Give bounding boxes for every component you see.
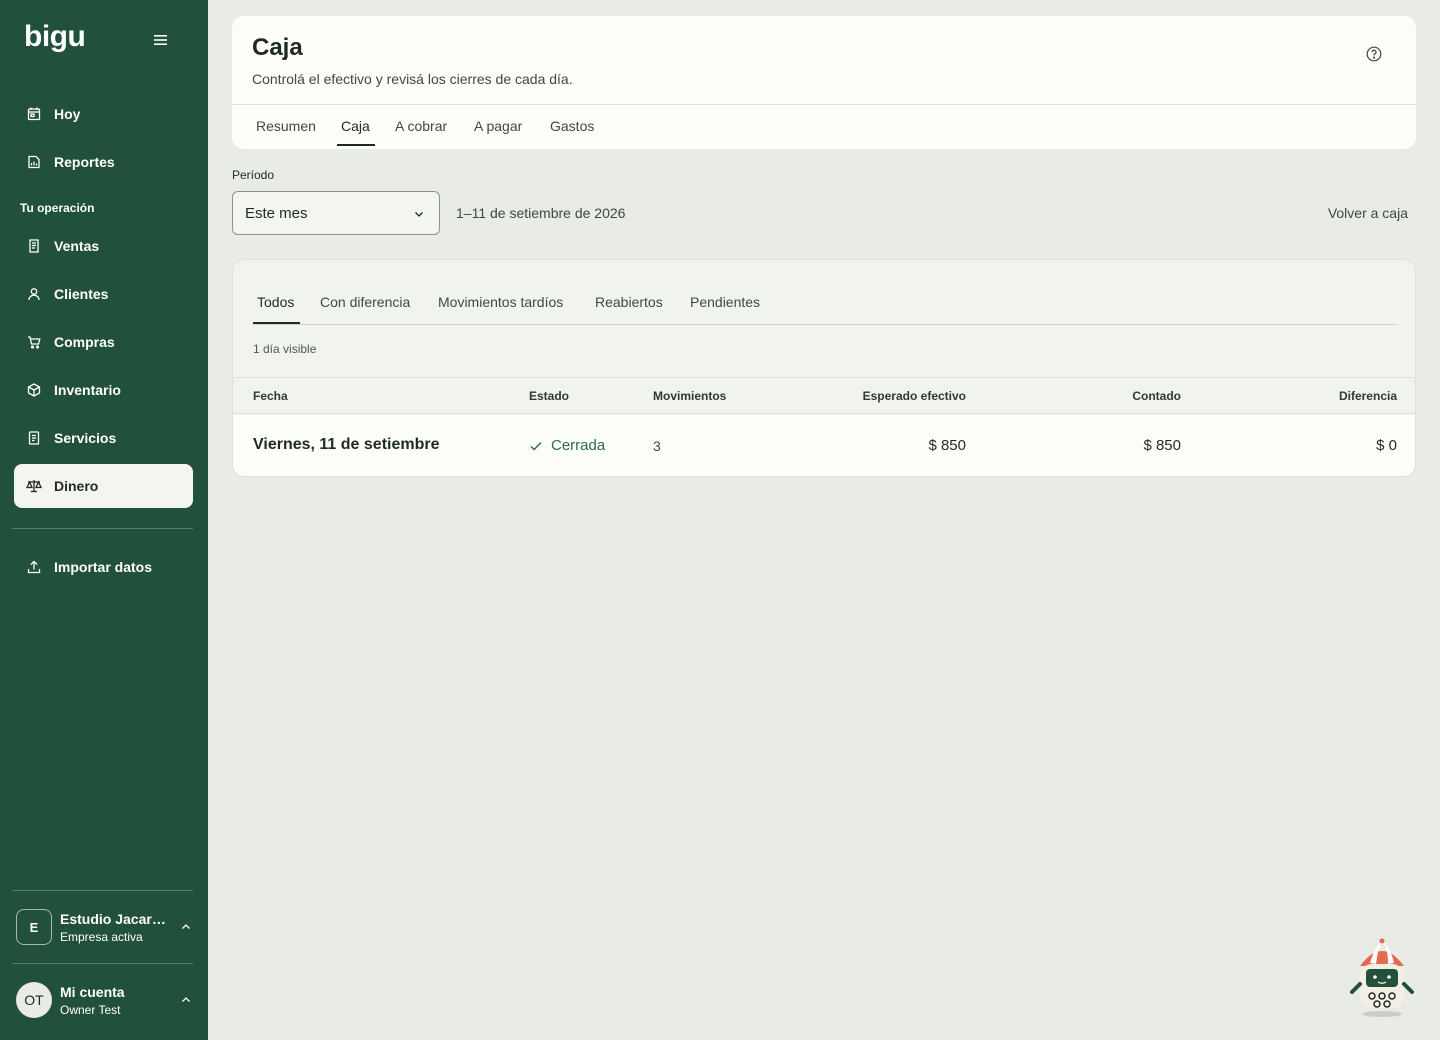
- filter-tabs-divider: [253, 324, 1396, 325]
- filter-tab-con-diferencia[interactable]: Con diferencia: [320, 294, 410, 310]
- scale-icon: [26, 478, 42, 494]
- sidebar-divider: [12, 890, 193, 891]
- account-title: Mi cuenta: [60, 983, 125, 1000]
- cash-closures-card: Todos Con diferencia Movimientos tardíos…: [232, 259, 1416, 477]
- sidebar-item-clientes[interactable]: Clientes: [14, 272, 193, 316]
- column-header-estado[interactable]: Estado: [529, 389, 569, 403]
- filter-tab-movimientos-tardios[interactable]: Movimientos tardíos: [438, 294, 563, 310]
- page-subtitle: Controlá el efectivo y revisá los cierre…: [252, 71, 573, 87]
- sidebar-item-ventas[interactable]: Ventas: [14, 224, 193, 268]
- tab-caja[interactable]: Caja: [337, 118, 374, 134]
- filter-tab-pendientes[interactable]: Pendientes: [690, 294, 760, 310]
- sidebar-item-importar[interactable]: Importar datos: [14, 545, 193, 589]
- filter-tab-todos[interactable]: Todos: [257, 294, 294, 310]
- menu-icon[interactable]: [150, 30, 172, 50]
- period-select[interactable]: Este mes: [232, 191, 440, 235]
- column-header-contado[interactable]: Contado: [1132, 389, 1181, 403]
- column-header-esperado[interactable]: Esperado efectivo: [863, 389, 966, 403]
- company-status: Empresa activa: [60, 929, 143, 944]
- sidebar-item-label: Inventario: [54, 382, 121, 398]
- company-name: Estudio Jacarandá: [60, 910, 170, 927]
- page-header: Caja Controlá el efectivo y revisá los c…: [232, 16, 1416, 149]
- calendar-icon: [26, 106, 42, 122]
- chevron-up-icon: [182, 924, 190, 929]
- active-tab-indicator: [337, 144, 375, 146]
- sidebar-item-label: Importar datos: [54, 559, 153, 575]
- chevron-down-icon: [415, 212, 423, 217]
- sidebar-item-label: Compras: [54, 334, 115, 350]
- company-avatar: E: [16, 909, 52, 945]
- user-menu[interactable]: OT Mi cuenta Owner Test: [16, 982, 196, 1018]
- tab-a-pagar[interactable]: A pagar: [470, 118, 526, 134]
- visible-count: 1 día visible: [253, 342, 317, 356]
- page-title: Caja: [252, 34, 303, 61]
- logo[interactable]: bigu: [24, 20, 86, 54]
- row-movimientos: 3: [653, 438, 661, 454]
- row-contado: $ 850: [1143, 437, 1181, 454]
- sidebar: bigu Hoy Reportes Tu operación Ventas Cl…: [0, 0, 208, 1040]
- tab-gastos[interactable]: Gastos: [546, 118, 598, 134]
- report-icon: [26, 154, 42, 170]
- column-header-movimientos[interactable]: Movimientos: [653, 389, 726, 403]
- cart-icon: [26, 334, 42, 350]
- company-switcher[interactable]: E Estudio Jacarandá Empresa activa: [16, 909, 196, 945]
- period-range: 1–11 de setiembre de 2026: [456, 205, 626, 221]
- receipt-icon: [26, 238, 42, 254]
- column-header-fecha[interactable]: Fecha: [253, 389, 288, 403]
- status-badge: Cerrada: [529, 437, 605, 454]
- row-fecha: Viernes, 11 de setiembre: [253, 436, 440, 453]
- upload-icon: [26, 559, 42, 575]
- back-to-caja-link[interactable]: Volver a caja: [1328, 205, 1408, 221]
- sidebar-item-label: Ventas: [54, 238, 100, 254]
- sidebar-item-label: Servicios: [54, 430, 117, 446]
- sidebar-divider: [12, 963, 193, 964]
- section-label: Tu operación: [20, 201, 95, 215]
- sidebar-item-reportes[interactable]: Reportes: [14, 140, 193, 184]
- sidebar-divider: [12, 528, 193, 529]
- table-header: Fecha Estado Movimientos Esperado efecti…: [233, 377, 1415, 414]
- avatar: OT: [16, 982, 52, 1018]
- row-estado: Cerrada: [551, 437, 606, 454]
- sidebar-item-dinero[interactable]: Dinero: [14, 464, 193, 508]
- user-icon: [26, 286, 42, 302]
- table-row[interactable]: Viernes, 11 de setiembre Cerrada 3 $ 850…: [233, 415, 1415, 476]
- chevron-up-icon: [182, 997, 190, 1002]
- tab-resumen[interactable]: Resumen: [252, 118, 320, 134]
- row-esperado: $ 850: [928, 437, 966, 454]
- row-diferencia: $ 0: [1376, 437, 1397, 454]
- box-icon: [26, 382, 42, 398]
- sidebar-item-label: Reportes: [54, 154, 115, 170]
- account-user-name: Owner Test: [60, 1002, 121, 1017]
- sidebar-item-label: Dinero: [54, 478, 99, 494]
- check-icon: [530, 441, 542, 450]
- filter-tab-reabiertos[interactable]: Reabiertos: [595, 294, 663, 310]
- period-select-value: Este mes: [245, 204, 308, 222]
- sidebar-item-hoy[interactable]: Hoy: [14, 92, 193, 136]
- column-header-diferencia[interactable]: Diferencia: [1339, 389, 1397, 403]
- document-icon: [26, 430, 42, 446]
- sidebar-item-label: Hoy: [54, 106, 81, 122]
- sidebar-item-label: Clientes: [54, 286, 109, 302]
- period-label: Período: [232, 168, 275, 182]
- assistant-mascot-icon[interactable]: [1346, 936, 1418, 1018]
- sidebar-item-compras[interactable]: Compras: [14, 320, 193, 364]
- sidebar-item-servicios[interactable]: Servicios: [14, 416, 193, 460]
- header-divider: [232, 104, 1416, 105]
- help-icon[interactable]: [1366, 46, 1382, 62]
- active-filter-indicator: [253, 322, 300, 324]
- sidebar-item-inventario[interactable]: Inventario: [14, 368, 193, 412]
- tab-a-cobrar[interactable]: A cobrar: [391, 118, 451, 134]
